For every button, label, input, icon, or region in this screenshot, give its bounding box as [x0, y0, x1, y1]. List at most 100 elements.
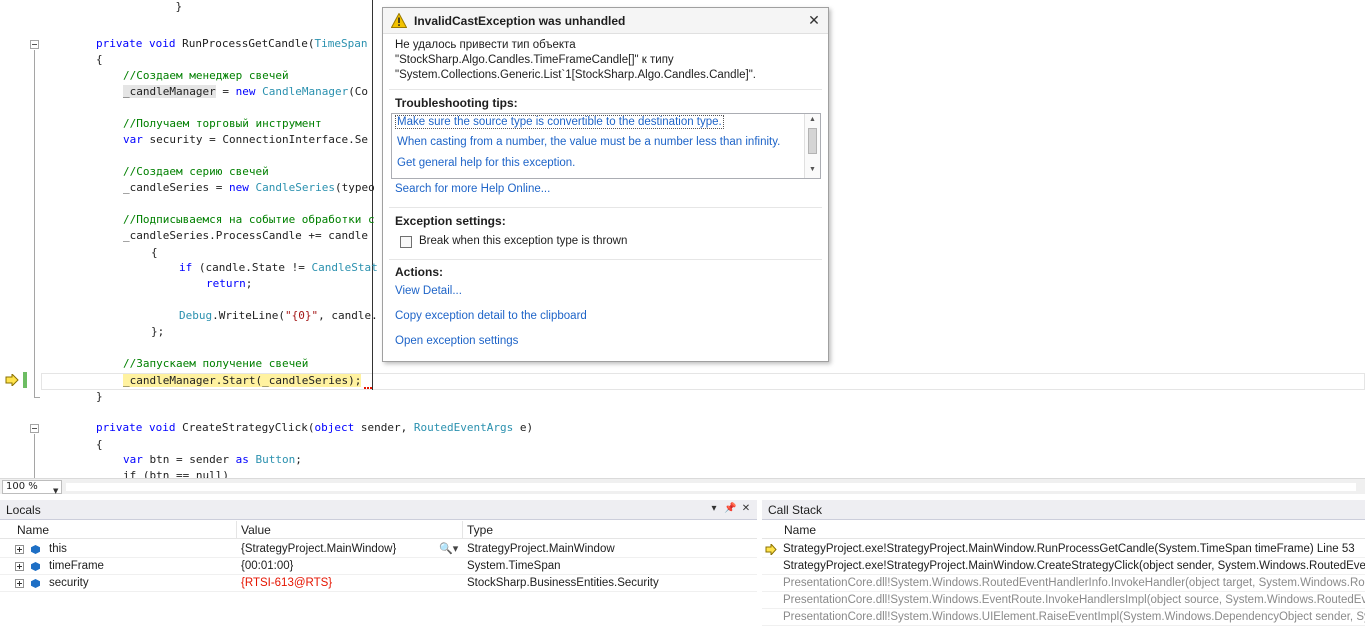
scroll-up-icon[interactable]: ▲ — [809, 116, 816, 123]
frame-text: StrategyProject.exe!StrategyProject.Main… — [783, 543, 1355, 555]
code-type: CandleStat — [311, 261, 378, 274]
exception-message-line: "System.Collections.Generic.List`1[Stock… — [395, 69, 756, 81]
horizontal-scrollbar[interactable] — [66, 483, 1356, 491]
locals-row[interactable]: security {RTSI-613@RTS} StockSharp.Busin… — [0, 575, 757, 592]
code-comment: //Создаем менеджер свечей — [123, 69, 289, 82]
exception-settings-header: Exception settings: — [395, 214, 506, 228]
close-icon[interactable]: ✕ — [740, 503, 752, 514]
code-text: } — [96, 0, 183, 13]
code-line: return; — [206, 276, 252, 292]
tips-scrollbar[interactable]: ▲ ▼ — [804, 114, 820, 178]
code-line: var security = ConnectionInterface.Se — [123, 132, 368, 148]
call-stack-frame[interactable]: PresentationCore.dll!System.Windows.Even… — [762, 592, 1365, 609]
code-type: Debug — [179, 309, 213, 322]
view-detail-link[interactable]: View Detail... — [395, 285, 462, 297]
local-value[interactable]: {StrategyProject.MainWindow} — [241, 541, 396, 558]
call-stack-frame[interactable]: PresentationCore.dll!System.Windows.UIEl… — [762, 609, 1365, 626]
local-value[interactable]: {RTSI-613@RTS} — [241, 575, 332, 592]
separator — [389, 207, 822, 208]
call-stack-panel: Call Stack Name StrategyProject.exe!Stra… — [762, 500, 1365, 626]
code-text: (candle.State != — [198, 261, 312, 274]
locals-title-bar: Locals ▾ 📌 ✕ — [0, 500, 757, 520]
code-text: security = ConnectionInterface.Se — [149, 133, 369, 146]
search-help-online-link[interactable]: Search for more Help Online... — [395, 183, 550, 195]
expand-icon[interactable] — [15, 545, 24, 554]
local-type: StrategyProject.MainWindow — [467, 543, 615, 555]
tip-link[interactable]: Get general help for this exception. — [397, 157, 575, 169]
code-editor[interactable]: } private void RunProcessGetCandle(TimeS… — [0, 0, 1365, 478]
tip-link[interactable]: Make sure the source type is convertible… — [395, 115, 724, 129]
chevron-down-icon: ▼ — [53, 487, 59, 495]
close-button[interactable]: ✕ — [806, 12, 822, 28]
code-text: ; — [245, 277, 253, 290]
frame-text: StrategyProject.exe!StrategyProject.Main… — [783, 560, 1365, 572]
troubleshooting-tips-list[interactable]: Make sure the source type is convertible… — [391, 113, 821, 179]
code-keyword: if — [179, 261, 199, 274]
code-text: _candleSeries.ProcessCandle += candle — [123, 229, 369, 242]
code-line: var btn = sender as Button; — [123, 452, 302, 468]
local-value[interactable]: {00:01:00} — [241, 558, 293, 575]
code-text: .WriteLine( — [212, 309, 285, 322]
locals-row[interactable]: this {StrategyProject.MainWindow} 🔍▾ Str… — [0, 541, 757, 558]
panel-title: Locals — [6, 503, 41, 517]
code-keyword: private void — [96, 421, 183, 434]
outline-end — [34, 397, 40, 398]
magnifier-icon[interactable]: 🔍▾ — [439, 541, 458, 558]
code-text: _candleSeries = — [123, 181, 229, 194]
exception-message-line: Не удалось привести тип объекта — [395, 39, 576, 51]
code-keyword: as — [235, 453, 256, 466]
locals-row[interactable]: timeFrame {00:01:00} System.TimeSpan — [0, 558, 757, 575]
code-text: = — [215, 85, 236, 98]
change-tracking-bar — [23, 372, 27, 388]
editor-gutter[interactable] — [0, 0, 40, 478]
object-icon — [31, 579, 40, 588]
code-line: { — [151, 245, 158, 261]
code-text: e) — [513, 421, 534, 434]
code-type: TimeSpan — [314, 37, 368, 50]
code-text: , candle. — [318, 309, 378, 322]
current-statement-line[interactable]: _candleManager.Start(_candleSeries); — [123, 373, 362, 389]
call-stack-frame[interactable]: StrategyProject.exe!StrategyProject.Main… — [762, 558, 1365, 575]
scroll-down-icon[interactable]: ▼ — [809, 166, 816, 173]
pin-icon[interactable]: 📌 — [724, 503, 736, 514]
editor-zoom-bar: 100 % ▼ — [0, 478, 1365, 495]
code-text: }; — [151, 325, 165, 338]
zoom-dropdown[interactable]: 100 % ▼ — [2, 480, 62, 495]
column-header-type[interactable]: Type — [463, 521, 757, 539]
zoom-level: 100 % — [6, 481, 38, 492]
code-text: _candleManager.Start(_candleSeries); — [123, 374, 362, 387]
expand-icon[interactable] — [15, 579, 24, 588]
collapse-region-icon[interactable] — [30, 424, 39, 433]
break-on-exception-checkbox[interactable] — [400, 236, 412, 248]
expand-icon[interactable] — [15, 562, 24, 571]
call-stack-frame[interactable]: PresentationCore.dll!System.Windows.Rout… — [762, 575, 1365, 592]
code-string: "{0}" — [284, 309, 319, 322]
code-comment: //Создаем серию свечей — [123, 165, 269, 178]
call-stack-frame[interactable]: StrategyProject.exe!StrategyProject.Main… — [762, 541, 1365, 558]
exception-title: InvalidCastException was unhandled — [414, 14, 626, 28]
copy-exception-detail-link[interactable]: Copy exception detail to the clipboard — [395, 310, 587, 322]
code-line: _candleSeries.ProcessCandle += candle — [123, 228, 368, 244]
collapse-region-icon[interactable] — [30, 40, 39, 49]
column-header-name[interactable]: Name — [780, 521, 1365, 539]
code-comment: //Получаем торговый инструмент — [123, 117, 322, 130]
frame-text: PresentationCore.dll!System.Windows.Rout… — [783, 577, 1365, 589]
code-line: }; — [151, 324, 164, 340]
tip-link[interactable]: When casting from a number, the value mu… — [397, 136, 780, 148]
window-position-dropdown-icon[interactable]: ▾ — [708, 503, 720, 514]
code-text: btn = sender — [149, 453, 236, 466]
local-type: System.TimeSpan — [467, 560, 561, 572]
close-icon: ✕ — [808, 12, 820, 28]
warning-icon — [391, 13, 407, 28]
scrollbar-thumb[interactable] — [808, 128, 817, 154]
code-type: CandleSeries — [255, 181, 335, 194]
code-text: if (btn == null) — [123, 469, 229, 478]
open-exception-settings-link[interactable]: Open exception settings — [395, 335, 518, 347]
outline-line — [34, 434, 35, 478]
code-line: private void RunProcessGetCandle(TimeSpa… — [96, 36, 368, 52]
column-header-name[interactable]: Name — [13, 521, 237, 539]
code-comment: //Подписываемся на событие обработки с — [123, 213, 375, 226]
current-frame-arrow-icon — [765, 544, 777, 555]
column-header-value[interactable]: Value — [237, 521, 463, 539]
code-keyword: return — [206, 277, 246, 290]
